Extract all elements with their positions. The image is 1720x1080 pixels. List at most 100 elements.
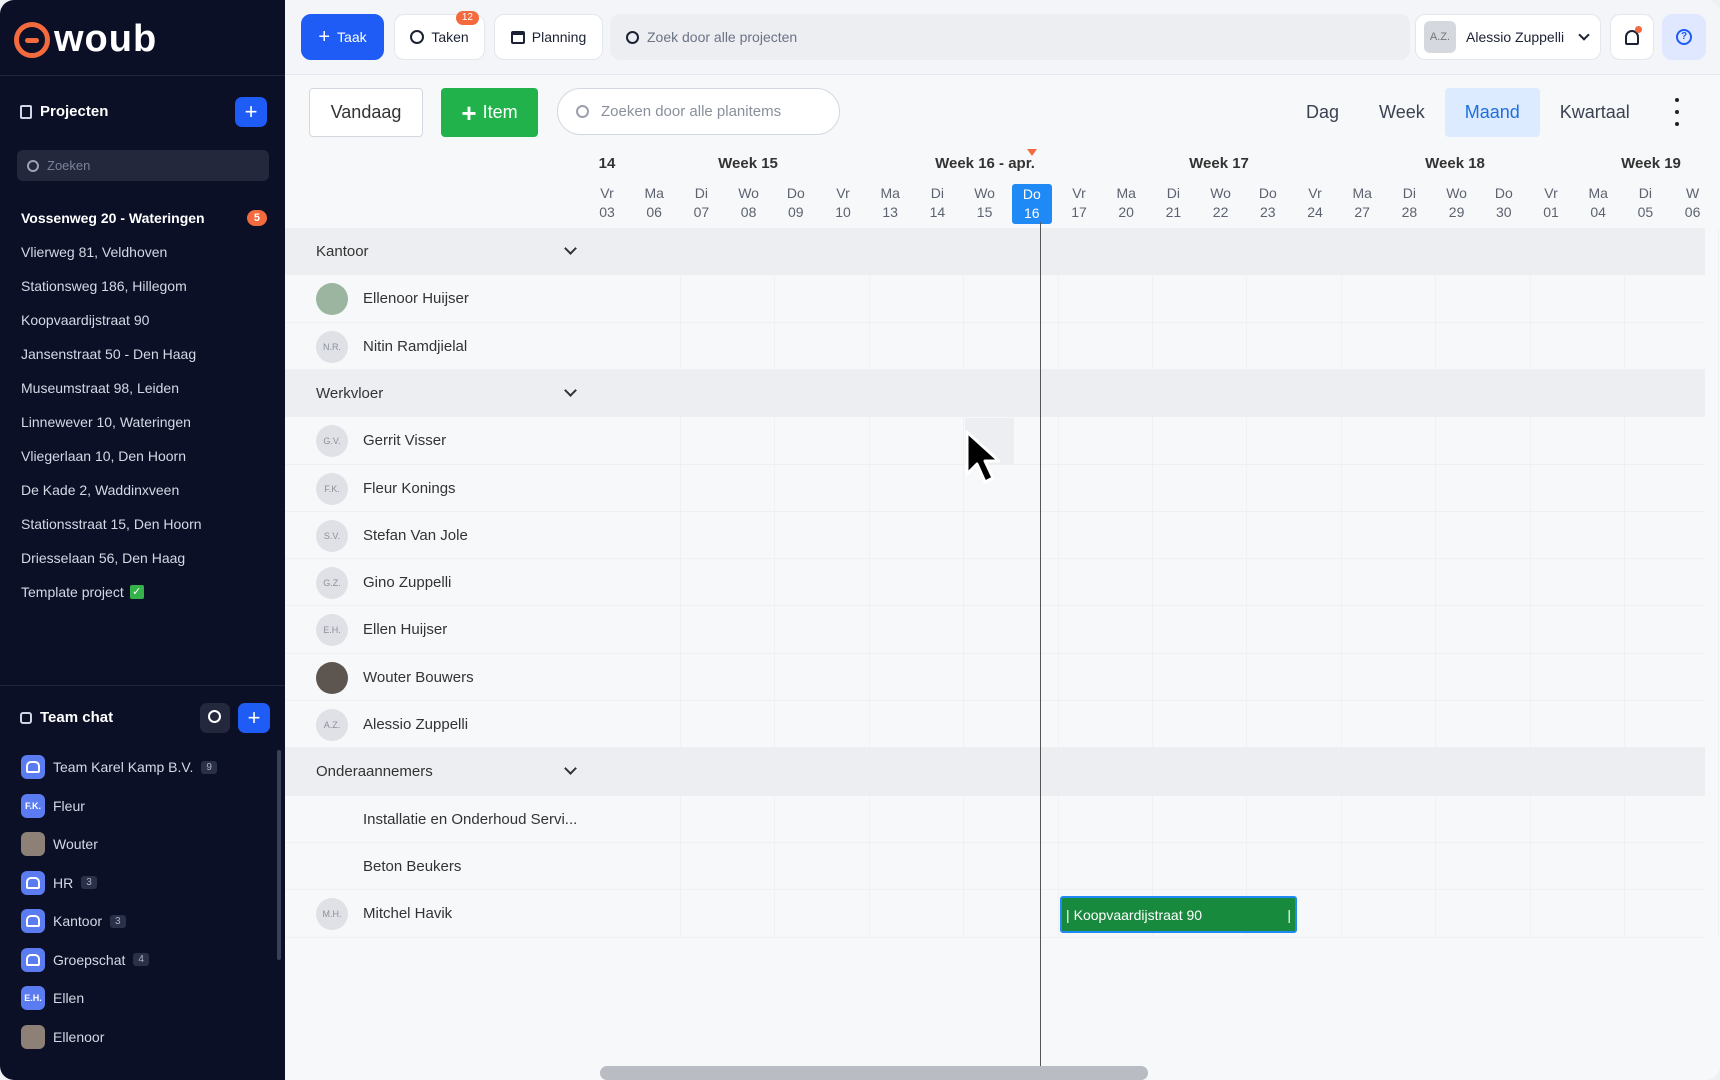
add-project-button[interactable]: + [235,97,267,127]
project-item[interactable]: Jansenstraat 50 - Den Haag [21,337,271,371]
project-item[interactable]: Template project ✓ [21,575,271,609]
sidebar-scrollbar[interactable] [277,750,281,960]
resource-group-row[interactable]: Werkvloer [285,369,1705,418]
help-icon: ? [1676,29,1692,45]
resource-group-row[interactable]: Kantoor [285,228,1705,276]
notifications-button[interactable] [1610,14,1654,60]
view-tab[interactable]: Maand [1444,88,1540,137]
day-number: 01 [1543,204,1559,220]
day-column[interactable]: Wo 29 [1437,184,1477,222]
help-button[interactable]: ? [1662,14,1706,60]
chat-item[interactable]: Wouter [21,825,261,864]
project-item[interactable]: Koopvaardijstraat 90 [21,303,271,337]
project-item[interactable]: Stationsweg 186, Hillegom [21,269,271,303]
project-item[interactable]: Vossenweg 20 - Wateringen 5 [21,201,271,235]
day-column[interactable]: W 06 [1673,184,1713,222]
day-column[interactable]: Di 05 [1625,184,1665,222]
day-column[interactable]: Vr 03 [587,184,627,222]
horizontal-scrollbar[interactable] [600,1066,1148,1080]
day-column[interactable]: Di 21 [1153,184,1193,222]
plus-icon: + [461,97,477,128]
search-icon [626,30,639,44]
add-item-button[interactable]: + Item [441,88,538,137]
day-column[interactable]: Do 09 [776,184,816,222]
day-number: 14 [929,204,946,220]
day-column[interactable]: Di 28 [1389,184,1429,222]
project-label: Driesselaan 56, Den Haag [21,550,186,566]
tasks-label: Taken [431,29,469,45]
resize-handle-right[interactable]: | [1287,907,1291,923]
view-tab[interactable]: Week [1359,88,1445,137]
divider [0,685,285,686]
user-menu[interactable]: A.Z. Alessio Zuppelli [1415,14,1601,60]
more-options-icon[interactable] [1674,98,1680,126]
day-number: 06 [646,204,662,220]
project-search-input[interactable]: Zoeken [17,150,269,181]
planning-button[interactable]: Planning [494,14,603,60]
day-column[interactable]: Vr 10 [823,184,863,222]
resource-group-row[interactable]: Onderaannemers [285,748,1705,796]
chat-item[interactable]: Kantoor 3 [21,902,261,941]
new-task-button[interactable]: + Taak [301,14,384,60]
chevron-down-icon[interactable] [564,384,577,397]
chat-item[interactable]: F.K. Fleur [21,787,261,826]
tasks-button[interactable]: Taken 12 [394,11,485,60]
project-item[interactable]: Driesselaan 56, Den Haag [21,541,271,575]
chat-search-button[interactable] [200,703,230,733]
day-column-today[interactable]: Do 16 [1011,184,1052,224]
team-chat-header: Team chat [20,709,113,726]
timeline-header: 14 Week 15 Week 16 - apr. Week 17 Week 18 Wee… [285,149,1720,228]
grid-line [1718,228,1720,938]
chat-item[interactable]: Ellenoor [21,1018,261,1057]
chat-item[interactable]: Team Karel Kamp B.V. 9 [21,748,261,787]
chat-item[interactable]: E.H. Ellen [21,979,261,1018]
day-column[interactable]: Ma 04 [1578,184,1618,222]
project-item[interactable]: Vlierweg 81, Veldhoven [21,235,271,269]
resize-handle-left[interactable]: | [1066,907,1070,923]
day-column[interactable]: Di 14 [917,184,957,222]
day-column[interactable]: Do 23 [1248,184,1288,222]
day-column[interactable]: Wo 08 [729,184,769,222]
resource-row: M.H. Mitchel Havik [285,890,1705,938]
group-label: Werkvloer [316,384,384,402]
day-column[interactable]: Vr 24 [1295,184,1335,222]
chevron-down-icon[interactable] [564,762,577,776]
resource-row: Installatie en Onderhoud Servi... [285,796,1705,843]
project-item[interactable]: Museumstraat 98, Leiden [21,371,271,405]
plan-search-input[interactable]: Zoeken door alle planitems [557,88,840,135]
project-item[interactable]: Linnewever 10, Wateringen [21,405,271,439]
plan-item-bar[interactable]: | Koopvaardijstraat 90 | [1060,896,1297,933]
day-column[interactable]: Ma 27 [1342,184,1382,222]
project-item[interactable]: De Kade 2, Waddinxveen [21,473,271,507]
day-column[interactable]: Di 07 [681,184,721,222]
day-column[interactable]: Wo 15 [965,184,1005,222]
avatar [21,1024,45,1049]
day-column[interactable]: Wo 22 [1201,184,1241,222]
add-chat-button[interactable]: + [238,703,270,733]
logo[interactable]: woub [14,18,157,61]
chevron-down-icon[interactable] [564,242,577,255]
view-tab[interactable]: Kwartaal [1540,88,1650,137]
project-item[interactable]: Stationsstraat 15, Den Hoorn [21,507,271,541]
planning-grid[interactable]: Kantoor Ellenoor Huijser N.R. Nitin Ramdjie… [285,228,1720,938]
user-name: Alessio Zuppelli [1466,29,1565,45]
view-tab[interactable]: Dag [1286,88,1359,137]
day-column[interactable]: Ma 13 [870,184,910,222]
day-column[interactable]: Vr 01 [1531,184,1571,222]
avatar: M.H. [316,898,348,931]
day-column[interactable]: Ma 06 [634,184,674,222]
chat-item[interactable]: Groepschat 4 [21,941,261,980]
avatar: G.Z. [316,567,348,600]
project-item[interactable]: Vliegerlaan 10, Den Hoorn [21,439,271,473]
weekday-label: Wo [1210,185,1231,201]
resource-name: Beton Beukers [363,857,462,875]
day-column[interactable]: Vr 17 [1059,184,1099,222]
global-search-input[interactable]: Zoek door alle projecten [610,14,1410,60]
today-button[interactable]: Vandaag [309,88,423,137]
day-column[interactable]: Do 30 [1484,184,1524,222]
chat-item[interactable]: HR 3 [21,864,261,903]
day-column[interactable]: Ma 20 [1106,184,1146,222]
day-number: 29 [1448,204,1465,220]
weekday-label: Ma [644,185,664,201]
day-number: 28 [1401,204,1418,220]
